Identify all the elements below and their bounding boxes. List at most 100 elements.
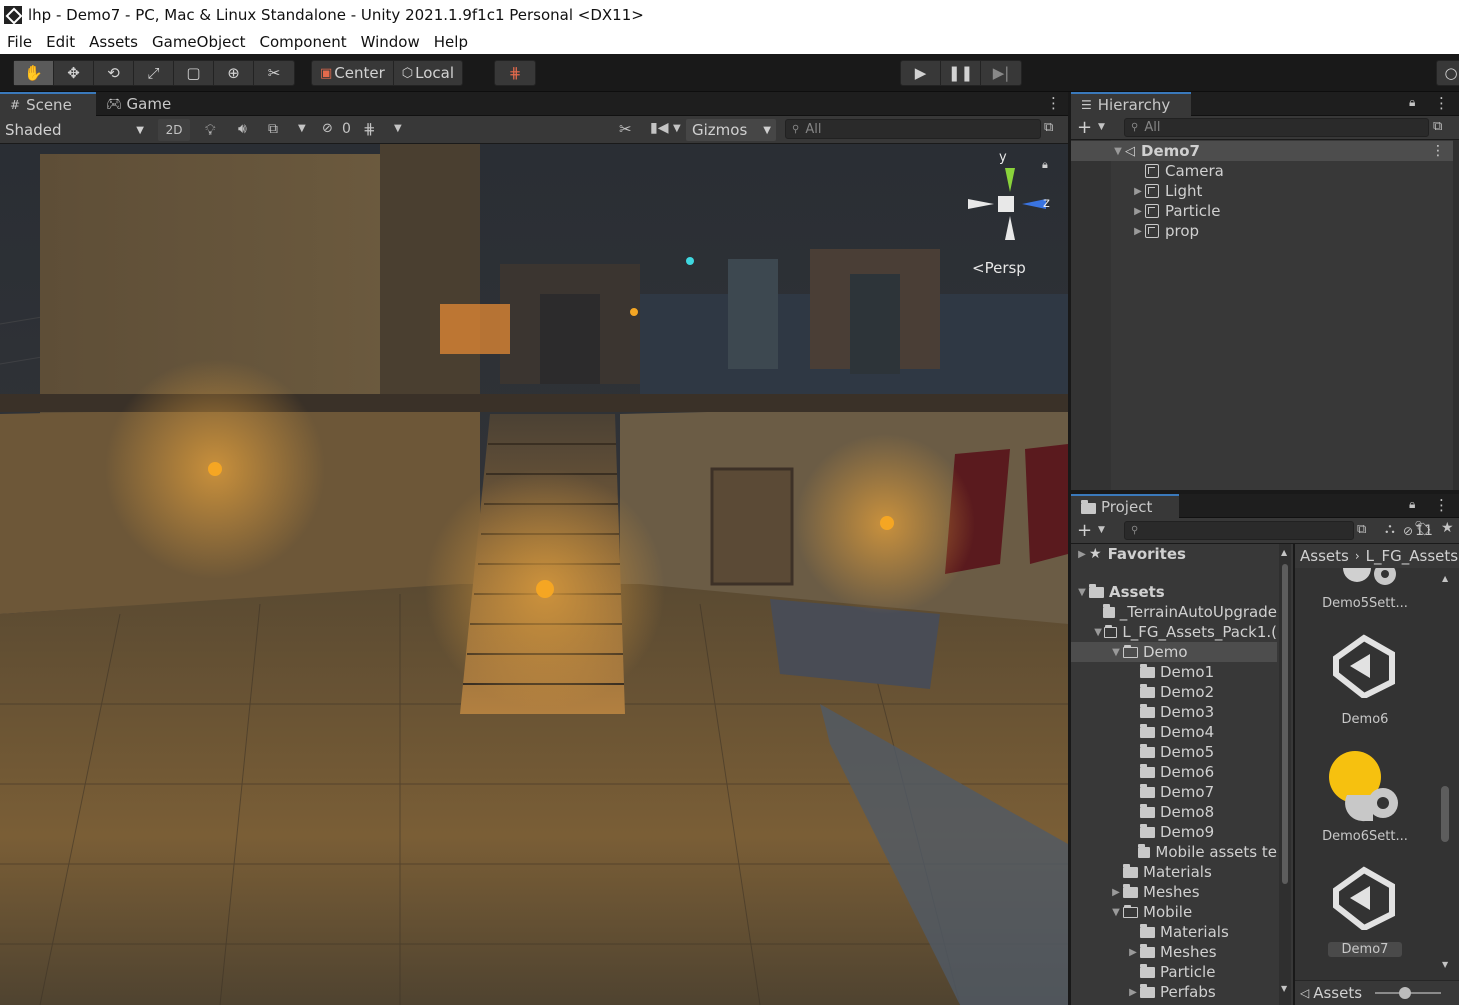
scene-search-input[interactable]: ⚲ All <box>785 119 1041 139</box>
hierarchy-scrollbar[interactable] <box>1453 140 1459 490</box>
scene-more-icon[interactable]: ⋮ <box>1431 143 1445 159</box>
hidden-objects-icon[interactable]: ⊘ <box>322 121 333 136</box>
breadcrumb-item[interactable]: Assets <box>1300 547 1349 565</box>
project-tree-item[interactable]: ▼ Mobile <box>1071 902 1277 922</box>
scroll-up-icon[interactable]: ▲ <box>1281 548 1287 557</box>
grid-dropdown-icon[interactable]: ▼ <box>394 123 402 134</box>
camera-dropdown-icon[interactable]: ▼ <box>673 123 681 134</box>
grid-toggle-icon[interactable]: ⋕ <box>363 120 376 138</box>
menu-gameobject[interactable]: GameObject <box>145 33 253 51</box>
scene-search-options-icon[interactable]: ⧉ <box>1044 120 1053 135</box>
effects-toggle-icon[interactable]: ⧉ <box>268 121 278 137</box>
project-search-input[interactable]: ⚲ <box>1124 521 1354 540</box>
gizmos-dropdown[interactable]: Gizmos ▼ <box>686 119 776 141</box>
scene-viewport[interactable]: y z 🔒︎ <Persp <box>0 144 1068 1005</box>
shading-mode-dropdown[interactable]: Shaded ▼ <box>0 119 150 141</box>
hand-tool-button[interactable]: ✋ <box>14 61 54 85</box>
pause-button[interactable]: ❚❚ <box>941 61 981 85</box>
pivot-local-button[interactable]: ⬡ Local <box>394 61 462 85</box>
favorite-star-icon[interactable]: ★ <box>1441 520 1454 536</box>
project-tree-item[interactable]: ▼ Assets <box>1071 582 1277 602</box>
toggle-2d-button[interactable]: 2D <box>158 119 190 141</box>
expand-arrow-icon[interactable]: ▼ <box>1109 647 1123 658</box>
project-search-options-icon[interactable]: ⧉ <box>1357 522 1366 537</box>
create-plus-icon[interactable]: + <box>1077 520 1092 541</box>
project-tree-item[interactable]: Demo5 <box>1071 742 1277 762</box>
tab-scene[interactable]: # Scene <box>0 92 96 116</box>
menu-edit[interactable]: Edit <box>39 33 82 51</box>
filter-by-type-icon[interactable]: ⛬ <box>1385 521 1395 537</box>
project-tree-item[interactable]: Demo7 <box>1071 782 1277 802</box>
project-tree-item[interactable]: Demo3 <box>1071 702 1277 722</box>
project-more-icon[interactable]: ⋮ <box>1434 496 1449 514</box>
project-tree-item[interactable]: Demo2 <box>1071 682 1277 702</box>
expand-arrow-icon[interactable]: ▶ <box>1126 947 1140 958</box>
scroll-up-icon[interactable]: ▲ <box>1442 574 1448 583</box>
create-dropdown-icon[interactable]: ▼ <box>1098 122 1105 132</box>
create-plus-icon[interactable]: + <box>1077 117 1092 138</box>
project-tree-item[interactable]: Demo8 <box>1071 802 1277 822</box>
expand-arrow-icon[interactable]: ▶ <box>1109 887 1123 898</box>
lock-icon[interactable]: 🔒︎ <box>1409 95 1415 110</box>
menu-assets[interactable]: Assets <box>82 33 145 51</box>
create-dropdown-icon[interactable]: ▼ <box>1098 525 1105 535</box>
hierarchy-item[interactable]: ▶ prop <box>1131 221 1199 241</box>
expand-arrow-icon[interactable]: ▼ <box>1092 627 1104 638</box>
project-tree-item[interactable]: ▶ Perfabs <box>1071 982 1277 1002</box>
audio-toggle-icon[interactable]: 🔊︎ <box>238 121 247 137</box>
tools-icon[interactable]: ✂ <box>619 120 632 138</box>
project-tree-item[interactable]: Demo4 <box>1071 722 1277 742</box>
tab-hierarchy[interactable]: ☰ Hierarchy <box>1071 92 1191 116</box>
custom-tool-button[interactable]: ✂ <box>254 61 294 85</box>
expand-arrow-icon[interactable]: ▼ <box>1075 587 1089 598</box>
rotate-tool-button[interactable]: ⟲ <box>94 61 134 85</box>
asset-settings-thumbnail[interactable] <box>1325 749 1405 823</box>
hierarchy-more-icon[interactable]: ⋮ <box>1434 94 1449 112</box>
project-tree-item[interactable]: Demo6 <box>1071 762 1277 782</box>
project-tree-item[interactable]: Materials <box>1071 922 1277 942</box>
lock-icon[interactable]: 🔒︎ <box>1409 497 1415 512</box>
asset-settings-thumbnail[interactable] <box>1335 568 1405 590</box>
project-tree-item[interactable]: Materials <box>1071 862 1277 882</box>
hierarchy-item[interactable]: Camera <box>1131 161 1224 181</box>
project-tree-item[interactable]: Particle <box>1071 962 1277 982</box>
menu-file[interactable]: File <box>0 33 39 51</box>
asset-scene-thumbnail[interactable] <box>1330 866 1398 932</box>
project-tree-item[interactable]: _TerrainAutoUpgrade <box>1071 602 1277 622</box>
scene-more-icon[interactable]: ⋮ <box>1046 94 1061 112</box>
lighting-toggle-icon[interactable]: 💡︎ <box>205 121 216 139</box>
hierarchy-item[interactable]: ▶ Particle <box>1131 201 1220 221</box>
asset-label[interactable]: Demo6 <box>1310 712 1420 727</box>
expand-arrow-icon[interactable]: ▼ <box>1109 907 1123 918</box>
effects-dropdown-icon[interactable]: ▼ <box>298 123 306 134</box>
grid-snap-button[interactable]: ⋕ <box>495 61 535 85</box>
scroll-down-icon[interactable]: ▼ <box>1442 960 1448 969</box>
camera-icon[interactable]: ▮◀ <box>650 120 668 136</box>
project-tree-item[interactable]: Demo9 <box>1071 822 1277 842</box>
play-button[interactable]: ▶ <box>901 61 941 85</box>
project-tree-item[interactable]: ▼ L_FG_Assets_Pack1.( <box>1071 622 1277 642</box>
pivot-center-button[interactable]: ▣ Center <box>312 61 394 85</box>
project-tree-item[interactable]: Mobile assets te <box>1071 842 1277 862</box>
asset-label[interactable]: Demo5Sett... <box>1310 596 1420 611</box>
tab-game[interactable]: 🎮︎ Game <box>96 92 181 116</box>
transform-tool-button[interactable]: ⊕ <box>214 61 254 85</box>
scroll-thumb[interactable] <box>1282 564 1288 884</box>
hierarchy-scene-row[interactable]: ▼ ◁ Demo7 ⋮ <box>1071 141 1453 161</box>
menu-component[interactable]: Component <box>253 33 354 51</box>
breadcrumb-item[interactable]: L_FG_Assets <box>1366 547 1458 565</box>
rect-tool-button[interactable]: ▢ <box>174 61 214 85</box>
menu-help[interactable]: Help <box>427 33 475 51</box>
account-button[interactable]: ○ <box>1436 60 1459 86</box>
scroll-down-icon[interactable]: ▼ <box>1281 984 1287 993</box>
move-tool-button[interactable]: ✥ <box>54 61 94 85</box>
scroll-thumb[interactable] <box>1441 786 1449 842</box>
tab-project[interactable]: Project <box>1071 494 1179 518</box>
asset-scene-thumbnail[interactable] <box>1330 634 1398 700</box>
hidden-packages-toggle[interactable]: ⊘ 11 <box>1403 520 1433 542</box>
project-tree-item[interactable]: ▼ Demo <box>1071 642 1277 662</box>
project-tree-item[interactable]: ▶ Meshes <box>1071 942 1277 962</box>
project-tree-item[interactable]: ▶ Meshes <box>1071 882 1277 902</box>
project-tree-item[interactable]: Demo1 <box>1071 662 1277 682</box>
projection-toggle[interactable]: <Persp <box>972 259 1026 277</box>
